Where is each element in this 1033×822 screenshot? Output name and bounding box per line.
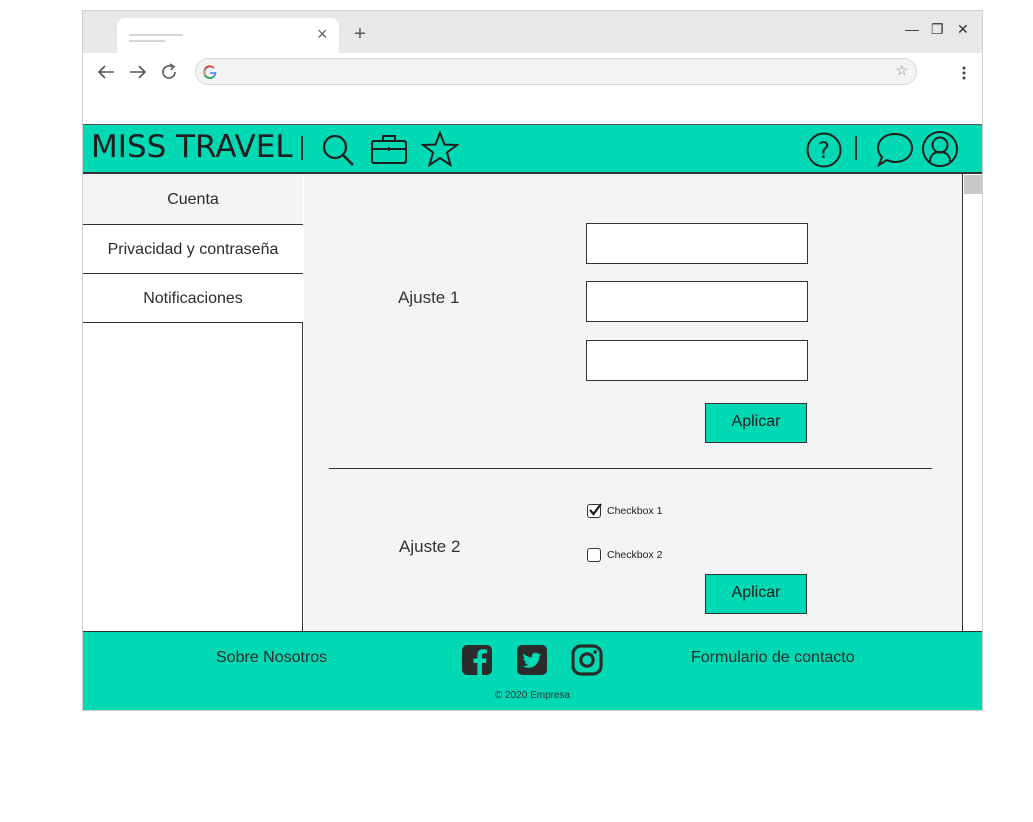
forward-arrow-icon[interactable] bbox=[127, 61, 149, 83]
scrollbar-thumb[interactable] bbox=[964, 175, 982, 194]
star-icon[interactable] bbox=[421, 131, 459, 167]
content-scrollbar[interactable] bbox=[962, 174, 982, 631]
maximize-button[interactable]: ❐ bbox=[931, 22, 944, 36]
settings-sidebar: Cuenta Privacidad y contraseña Notificac… bbox=[83, 174, 303, 631]
user-icon[interactable] bbox=[921, 130, 959, 168]
tab-strip: × + — ❐ ✕ bbox=[83, 11, 982, 53]
chat-icon[interactable] bbox=[875, 131, 915, 169]
contact-form-link[interactable]: Formulario de contacto bbox=[691, 649, 855, 667]
tab-title-placeholder bbox=[129, 34, 183, 36]
ajuste-1-field-1[interactable] bbox=[586, 223, 808, 264]
ajuste-1-field-2[interactable] bbox=[586, 281, 808, 322]
close-window-button[interactable]: ✕ bbox=[957, 22, 969, 36]
google-icon bbox=[202, 65, 217, 80]
settings-content: Ajuste 1 Aplicar Ajuste 2 Checkbox 1 Che… bbox=[304, 174, 962, 631]
sidebar-item-cuenta[interactable]: Cuenta bbox=[83, 174, 303, 225]
help-icon[interactable]: ? bbox=[805, 131, 843, 169]
site-footer: Sobre Nosotros Formulario de contacto © … bbox=[83, 631, 982, 710]
browser-toolbar: ☆ bbox=[83, 53, 982, 93]
instagram-icon[interactable] bbox=[571, 644, 603, 676]
back-arrow-icon[interactable] bbox=[95, 61, 117, 83]
header-divider bbox=[301, 136, 303, 160]
checkbox-2-row[interactable]: Checkbox 2 bbox=[587, 547, 662, 563]
briefcase-icon[interactable] bbox=[370, 133, 408, 165]
facebook-icon[interactable] bbox=[461, 644, 493, 676]
checkbox-2-label: Checkbox 2 bbox=[607, 549, 663, 561]
site-header: MISS TRAVEL ? bbox=[83, 124, 982, 174]
twitter-icon[interactable] bbox=[516, 644, 548, 676]
about-us-link[interactable]: Sobre Nosotros bbox=[216, 649, 327, 667]
checkbox-1[interactable] bbox=[587, 503, 602, 518]
minimize-button[interactable]: — bbox=[905, 22, 919, 36]
sidebar-item-privacidad[interactable]: Privacidad y contraseña bbox=[83, 225, 303, 274]
tab-close-icon[interactable]: × bbox=[317, 25, 328, 43]
section-divider bbox=[329, 468, 932, 469]
checkmark-icon bbox=[589, 503, 602, 516]
browser-window: × + — ❐ ✕ ☆ MISS TRAVEL ? Cuenta Privaci… bbox=[82, 10, 983, 711]
apply-button-2[interactable]: Aplicar bbox=[705, 574, 807, 614]
section-label-ajuste-2: Ajuste 2 bbox=[399, 537, 461, 556]
svg-text:?: ? bbox=[818, 139, 830, 164]
search-icon[interactable] bbox=[321, 133, 355, 167]
apply-button-1[interactable]: Aplicar bbox=[705, 403, 807, 443]
checkbox-2[interactable] bbox=[587, 548, 601, 562]
section-label-ajuste-1: Ajuste 1 bbox=[398, 288, 460, 307]
new-tab-button[interactable]: + bbox=[349, 23, 371, 45]
copyright-text: © 2020 Empresa bbox=[494, 690, 571, 701]
browser-tab[interactable]: × bbox=[117, 18, 339, 53]
bookmark-star-icon[interactable]: ☆ bbox=[895, 62, 908, 79]
sidebar-item-notificaciones[interactable]: Notificaciones bbox=[83, 274, 303, 323]
tab-subtitle-placeholder bbox=[129, 40, 165, 42]
header-divider-right bbox=[855, 136, 857, 160]
checkbox-1-label: Checkbox 1 bbox=[607, 505, 663, 517]
checkbox-1-row[interactable]: Checkbox 1 bbox=[587, 503, 662, 519]
reload-icon[interactable] bbox=[158, 61, 180, 83]
browser-menu-icon[interactable] bbox=[959, 63, 969, 83]
address-bar[interactable]: ☆ bbox=[195, 58, 917, 85]
brand-logo[interactable]: MISS TRAVEL bbox=[91, 129, 293, 165]
ajuste-1-field-3[interactable] bbox=[586, 340, 808, 381]
